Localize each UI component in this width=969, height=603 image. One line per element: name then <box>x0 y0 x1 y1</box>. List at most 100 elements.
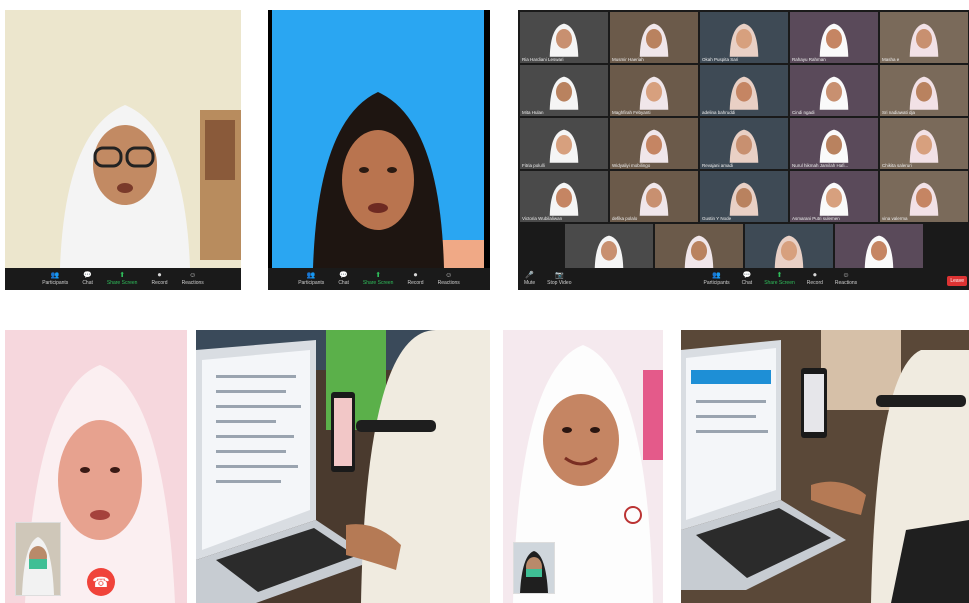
participant-avatar <box>819 23 849 57</box>
gallery-tile[interactable]: Cindi ngadi <box>790 65 878 116</box>
participant-video <box>726 74 763 110</box>
gallery-tile[interactable]: defika polalo <box>610 171 698 222</box>
zoom-toolbar: 🎤 Mute 📷 Stop Video 👥 Participants 💬 Chat ⬆ S… <box>518 268 969 290</box>
share-screen-icon: ⬆ <box>776 272 783 279</box>
gallery-tile[interactable]: adelina bahruddi <box>700 65 788 116</box>
participant-avatar <box>909 23 939 57</box>
participant-avatar <box>819 182 849 216</box>
video-panel-speaker-1: 👥 Participants 💬 Chat ⬆ Share Screen ⏺ Recor… <box>5 10 241 290</box>
self-view-thumbnail <box>15 522 61 596</box>
participant-avatar <box>594 235 624 269</box>
end-call-button[interactable]: ☎ <box>87 568 115 596</box>
participant-video <box>546 127 583 163</box>
chat-icon: 💬 <box>339 272 348 279</box>
gallery-tile[interactable]: Revajani amadi <box>700 118 788 169</box>
gallery-tile[interactable]: Masha e <box>880 12 968 63</box>
participant-name: Nurul hikmah Jamilah Hafi... <box>792 163 849 168</box>
participant-name: Ria Hardiani Leswari <box>522 57 564 62</box>
participant-video <box>681 233 718 269</box>
participants-icon: 👥 <box>306 272 316 279</box>
gallery-tile[interactable]: Victoria Wubilaliwan <box>520 171 608 222</box>
gallery-tile[interactable]: vina valerma <box>880 171 968 222</box>
gallery-tile[interactable]: Sri nadiawati dja <box>880 65 968 116</box>
self-view-frame <box>514 543 554 593</box>
laptop-scene <box>681 330 969 603</box>
participant-video <box>591 233 628 269</box>
participants-button[interactable]: 👥 Participants <box>42 272 68 286</box>
self-view-frame <box>16 523 60 595</box>
participant-name: Victoria Wubilaliwan <box>522 216 563 221</box>
reactions-icon: ☺ <box>842 272 850 279</box>
participant-video <box>726 180 763 216</box>
participant-avatar <box>549 129 579 163</box>
participant-avatar <box>864 235 894 269</box>
gallery-tile[interactable]: Okah Puspita Sari <box>700 12 788 63</box>
record-button[interactable]: ⏺ Record <box>807 272 823 286</box>
participants-icon: 👥 <box>712 272 721 279</box>
reactions-button[interactable]: ☺ Reactions <box>182 272 204 286</box>
gallery-tile[interactable]: Rahayu Rahman <box>790 12 878 63</box>
speaker-video-frame <box>5 10 241 268</box>
gallery-tile[interactable]: Gustin Y Node <box>700 171 788 222</box>
share-screen-button[interactable]: ⬆ Share Screen <box>107 272 138 286</box>
reactions-button[interactable]: ☺ Reactions <box>835 272 857 286</box>
participant-avatar <box>639 23 669 57</box>
participant-video <box>636 21 673 57</box>
phone-hangup-icon: ☎ <box>92 573 110 590</box>
participant-avatar <box>639 129 669 163</box>
gallery-tile[interactable]: Chikita saleruri <box>880 118 968 169</box>
record-button[interactable]: ⏺ Record <box>407 272 423 286</box>
zoom-toolbar: 👥 Participants 💬 Chat ⬆ Share Screen ⏺ Recor… <box>268 268 490 290</box>
chat-button[interactable]: 💬 Chat <box>82 272 93 286</box>
leave-button[interactable]: Leave <box>947 276 967 286</box>
reactions-button[interactable]: ☺ Reactions <box>438 272 460 286</box>
participant-name: Asmarani Putri sulemen <box>792 216 840 221</box>
reactions-icon: ☺ <box>189 272 197 279</box>
gallery-tile[interactable]: Maghfirah Febyanti <box>610 65 698 116</box>
chat-button[interactable]: 💬 Chat <box>338 272 349 286</box>
record-icon: ⏺ <box>813 272 817 279</box>
gallery-tile[interactable]: Asmarani Putri sulemen <box>790 171 878 222</box>
zoom-toolbar: 👥 Participants 💬 Chat ⬆ Share Screen ⏺ Recor… <box>5 268 241 290</box>
participant-name: Musmir Haeriah <box>612 57 644 62</box>
participant-name: Cindi ngadi <box>792 110 815 115</box>
participant-avatar <box>549 76 579 110</box>
participant-avatar <box>549 182 579 216</box>
gallery-tile[interactable]: Musmir Haeriah <box>610 12 698 63</box>
participants-button[interactable]: 👥 Participants <box>704 272 730 286</box>
participants-button[interactable]: 👥 Participants <box>298 272 324 286</box>
participant-name: Sri nadiawati dja <box>882 110 916 115</box>
participant-video <box>906 180 943 216</box>
participant-name: Chikita saleruri <box>882 163 912 168</box>
participant-video <box>861 233 898 269</box>
share-screen-button[interactable]: ⬆ Share Screen <box>764 272 795 286</box>
stop-video-button[interactable]: 📷 Stop Video <box>547 272 571 286</box>
participant-avatar <box>549 23 579 57</box>
participant-video <box>906 74 943 110</box>
participant-avatar <box>639 182 669 216</box>
gallery-tile[interactable]: Nurul hikmah Jamilah Hafi... <box>790 118 878 169</box>
participant-name: Revajani amadi <box>702 163 734 168</box>
share-screen-button[interactable]: ⬆ Share Screen <box>363 272 394 286</box>
participant-video <box>726 127 763 163</box>
participant-video <box>816 180 853 216</box>
participant-avatar <box>774 235 804 269</box>
camera-icon: 📷 <box>554 272 564 279</box>
gallery-tile[interactable]: Mita Hulan <box>520 65 608 116</box>
reactions-icon: ☺ <box>445 272 453 279</box>
mute-button[interactable]: 🎤 Mute <box>524 272 535 286</box>
zoom-gallery-view: Speaker View Ria Hardiani LeswariMusmir … <box>518 10 969 290</box>
share-screen-icon: ⬆ <box>375 272 382 279</box>
participant-video <box>906 127 943 163</box>
participant-name: Maghfirah Febyanti <box>612 110 651 115</box>
participant-name: Okah Puspita Sari <box>702 57 739 62</box>
chat-button[interactable]: 💬 Chat <box>742 272 753 286</box>
gallery-tile[interactable]: Ria Hardiani Leswari <box>520 12 608 63</box>
microphone-icon: 🎤 <box>525 272 534 279</box>
participant-video <box>816 74 853 110</box>
gallery-tile[interactable]: Widyaliyi mobilingo <box>610 118 698 169</box>
laptop-scene <box>196 330 490 603</box>
gallery-tile[interactable]: Fitria polulli <box>520 118 608 169</box>
record-button[interactable]: ⏺ Record <box>151 272 167 286</box>
chat-icon: 💬 <box>83 272 92 279</box>
